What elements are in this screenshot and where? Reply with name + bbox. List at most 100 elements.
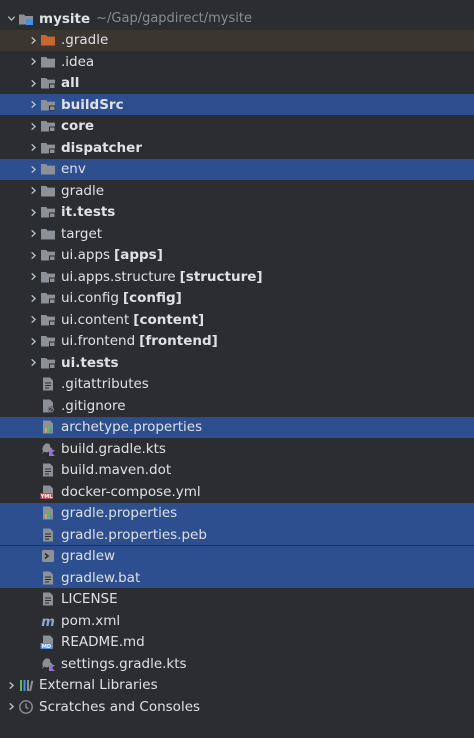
tree-item-row[interactable]: build.gradle.kts (0, 438, 474, 459)
footer-row[interactable]: Scratches and Consoles (0, 696, 474, 717)
tree-item-row[interactable]: gradle.properties.peb (0, 524, 474, 545)
tree-item-row[interactable]: gradlew (0, 545, 474, 567)
tree-item-row[interactable]: .gitignore (0, 395, 474, 416)
chevron-right-icon[interactable] (4, 675, 18, 696)
tree-item-row[interactable]: ui.frontend [frontend] (0, 331, 474, 352)
shell-script-icon (40, 548, 56, 564)
tree-item-row[interactable]: YML docker-compose.yml (0, 481, 474, 502)
tree-item-label: ui.tests (61, 354, 119, 371)
tree-item-row[interactable]: buildSrc (0, 94, 474, 115)
tree-item-label: README.md (61, 634, 145, 650)
chevron-right-icon[interactable] (26, 94, 40, 115)
tree-item-row[interactable]: .gradle (0, 29, 474, 51)
chevron-right-icon[interactable] (26, 309, 40, 330)
tree-item-row[interactable]: target (0, 223, 474, 244)
module-folder-icon (40, 204, 56, 220)
tree-item-row[interactable]: .idea (0, 51, 474, 72)
text-file-icon (40, 527, 56, 543)
chevron-right-icon[interactable] (26, 159, 40, 180)
chevron-right-icon[interactable] (26, 352, 40, 373)
project-name: mysite (39, 10, 91, 27)
project-root-row[interactable]: mysite ~/Gap/gapdirect/mysite (0, 8, 474, 29)
chevron-right-icon[interactable] (26, 245, 40, 266)
tree-item-row[interactable]: .gitattributes (0, 374, 474, 395)
tree-item-label: archetype.properties (61, 419, 203, 435)
module-folder-icon (40, 97, 56, 113)
tree-item-row[interactable]: ui.tests (0, 352, 474, 373)
tree-item-row[interactable]: gradle (0, 180, 474, 201)
tree-item-label: ui.apps (61, 247, 111, 263)
chevron-right-icon[interactable] (26, 73, 40, 94)
tree-item-label: build.gradle.kts (61, 440, 166, 457)
module-folder-icon (40, 118, 56, 134)
tree-item-label: settings.gradle.kts (61, 655, 187, 672)
tree-item-row[interactable]: ui.apps [apps] (0, 245, 474, 266)
markdown-file-icon: MD (40, 634, 56, 650)
tree-item-label: ui.apps.structure (61, 268, 176, 285)
chevron-right-icon[interactable] (26, 202, 40, 223)
tree-item-label: ui.frontend (61, 333, 136, 349)
chevron-right-icon[interactable] (26, 266, 40, 287)
tree-item-row[interactable]: settings.gradle.kts (0, 653, 474, 674)
tree-item-label: gradle (61, 182, 105, 199)
tree-item-row[interactable]: it.tests (0, 202, 474, 223)
text-file-icon (40, 591, 56, 607)
module-folder-icon (40, 269, 56, 285)
chevron-right-icon[interactable] (4, 696, 18, 717)
chevron-right-icon[interactable] (26, 288, 40, 309)
gitignore-file-icon (40, 398, 56, 414)
tree-item-label: pom.xml (61, 612, 121, 629)
properties-file-icon (40, 505, 56, 521)
tree-item-label: ui.config (61, 290, 119, 306)
chevron-right-icon[interactable] (26, 137, 40, 158)
chevron-right-icon[interactable] (26, 51, 40, 72)
svg-text:MD: MD (42, 644, 52, 650)
tree-item-row[interactable]: ui.config [config] (0, 288, 474, 309)
tree-item-label: all (61, 75, 80, 91)
chevron-down-icon[interactable] (4, 8, 18, 29)
tree-item-row[interactable]: m pom.xml (0, 610, 474, 631)
tree-item-row[interactable]: build.maven.dot (0, 460, 474, 481)
folder-icon (40, 161, 56, 177)
tree-item-label: buildSrc (61, 96, 124, 113)
tree-item-row[interactable]: LICENSE (0, 589, 474, 610)
chevron-right-icon[interactable] (26, 331, 40, 352)
tree-item-row[interactable]: archetype.properties (0, 416, 474, 438)
svg-text:m: m (41, 615, 55, 629)
module-name-label: [config] (122, 290, 182, 306)
tree-item-label: LICENSE (61, 591, 118, 607)
module-name-label: [content] (133, 311, 205, 328)
tree-item-row[interactable]: all (0, 73, 474, 94)
tree-item-label: .idea (61, 53, 95, 70)
chevron-right-icon[interactable] (26, 180, 40, 201)
text-file-icon (40, 570, 56, 586)
tree-item-row[interactable]: gradlew.bat (0, 567, 474, 588)
project-folder-icon (18, 11, 34, 27)
module-name-label: [frontend] (139, 333, 218, 349)
tree-item-row[interactable]: env (0, 158, 474, 180)
module-name-label: [apps] (114, 247, 163, 263)
module-folder-icon (40, 247, 56, 263)
chevron-right-icon[interactable] (26, 223, 40, 244)
chevron-right-icon[interactable] (26, 116, 40, 137)
tree-item-row[interactable]: MD README.md (0, 632, 474, 653)
tree-item-label: target (61, 225, 103, 242)
chevron-right-icon[interactable] (26, 30, 40, 51)
folder-icon (40, 183, 56, 199)
tree-item-row[interactable]: dispatcher (0, 137, 474, 158)
tree-item-row[interactable]: ui.apps.structure [structure] (0, 266, 474, 287)
properties-file-icon (40, 419, 56, 435)
tree-item-label: gradle.properties.peb (61, 526, 207, 543)
maven-file-icon: m (40, 613, 56, 629)
tree-item-row[interactable]: gradle.properties (0, 502, 474, 524)
text-file-icon (40, 462, 56, 478)
tree-item-row[interactable]: core (0, 116, 474, 137)
footer-row[interactable]: External Libraries (0, 675, 474, 696)
tree-item-row[interactable]: ui.content [content] (0, 309, 474, 330)
